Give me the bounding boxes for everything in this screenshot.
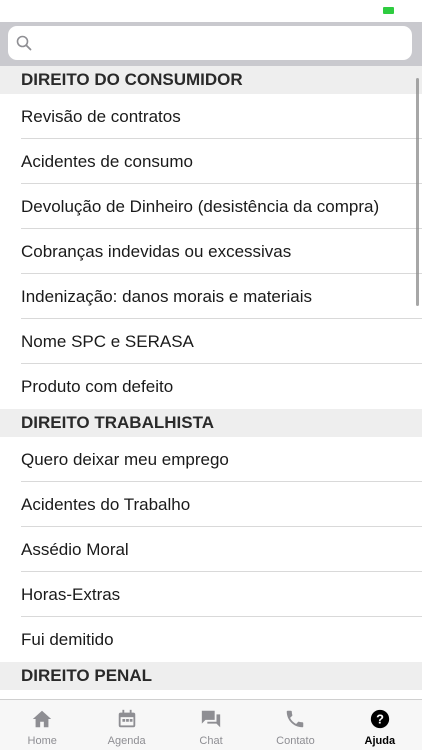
tab-contato[interactable]: Contato	[253, 700, 337, 750]
list-item[interactable]: Produto com defeito	[0, 364, 422, 409]
list-item[interactable]: Fui demitido	[0, 617, 422, 662]
tab-home[interactable]: Home	[0, 700, 84, 750]
section-header: DIREITO PENAL	[0, 662, 422, 690]
phone-icon	[287, 710, 304, 728]
search-box[interactable]	[8, 26, 412, 60]
search-bar	[0, 22, 422, 66]
calendar-icon	[118, 709, 135, 728]
tab-agenda[interactable]: Agenda	[84, 700, 168, 750]
tab-label: Agenda	[107, 735, 146, 747]
home-icon	[33, 710, 52, 728]
tab-label: Ajuda	[364, 735, 396, 747]
topic-list[interactable]: DIREITO DO CONSUMIDOR Revisão de contrat…	[0, 66, 422, 700]
list-item[interactable]: Quero deixar meu emprego	[0, 437, 422, 482]
scroll-indicator[interactable]	[416, 78, 419, 306]
svg-text:?: ?	[376, 712, 384, 727]
list-item[interactable]: Horas-Extras	[0, 572, 422, 617]
tab-chat[interactable]: Chat	[169, 700, 253, 750]
search-input[interactable]	[40, 32, 404, 56]
list-item[interactable]: Revisão de contratos	[0, 94, 422, 139]
tab-bar: Home Agenda Chat Contato ? Ajuda	[0, 699, 422, 750]
help-icon: ?	[370, 709, 389, 729]
tab-label: Chat	[199, 735, 223, 747]
search-icon	[16, 35, 32, 51]
tab-label: Contato	[276, 735, 315, 747]
list-item[interactable]: Cobranças indevidas ou excessivas	[0, 229, 422, 274]
list-item[interactable]: Nome SPC e SERASA	[0, 319, 422, 364]
tab-ajuda[interactable]: ? Ajuda	[338, 700, 422, 750]
list-item[interactable]: Indenização: danos morais e materiais	[0, 274, 422, 319]
list-item[interactable]: Acidentes de consumo	[0, 139, 422, 184]
section-header: DIREITO TRABALHISTA	[0, 409, 422, 437]
tab-label: Home	[27, 735, 57, 747]
status-bar	[0, 0, 422, 22]
list-item[interactable]: Acidentes do Trabalho	[0, 482, 422, 527]
chat-icon	[201, 710, 221, 728]
list-item[interactable]: Assédio Moral	[0, 527, 422, 572]
list-item[interactable]: Devolução de Dinheiro (desistência da co…	[0, 184, 422, 229]
section-header: DIREITO DO CONSUMIDOR	[0, 66, 422, 94]
battery-icon	[383, 7, 394, 14]
